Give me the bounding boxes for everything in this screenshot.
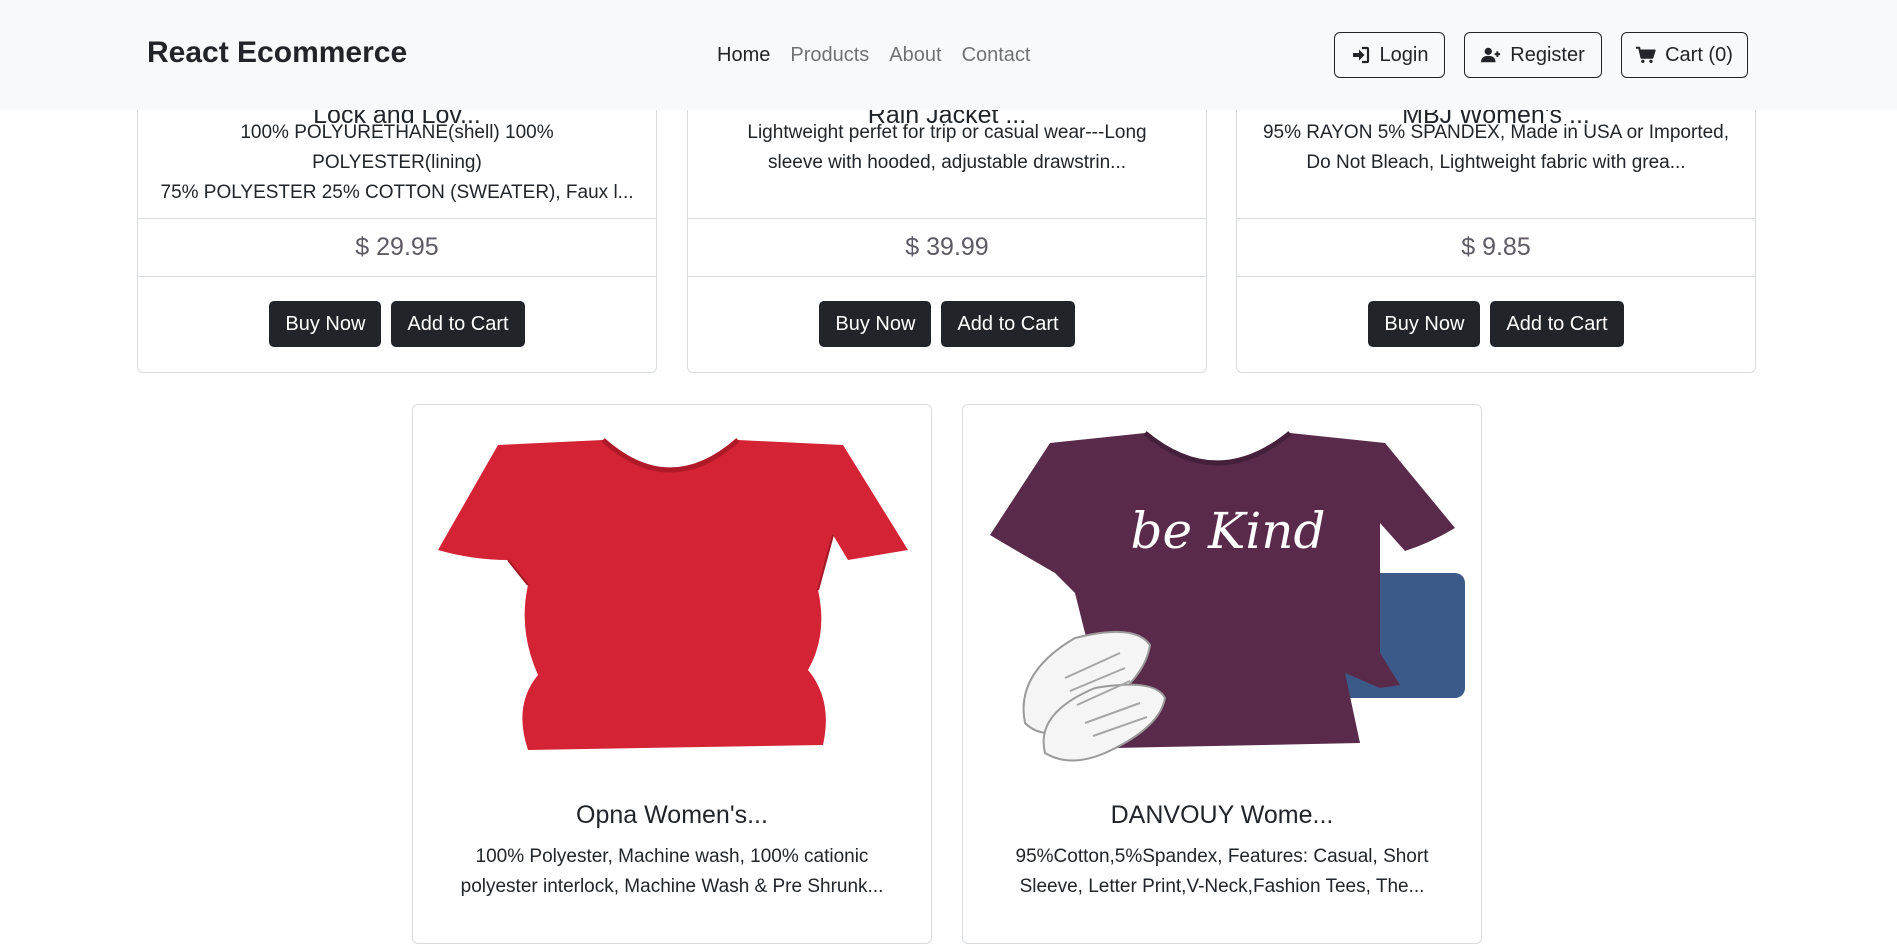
product-actions: Buy Now Add to Cart — [688, 301, 1206, 347]
product-title: DANVOUY Wome... — [1110, 801, 1334, 829]
product-description: 95% RAYON 5% SPANDEX, Made in USA or Imp… — [1257, 118, 1735, 178]
add-to-cart-button[interactable]: Add to Cart — [1490, 301, 1624, 347]
product-price: $ 9.85 — [1461, 233, 1531, 261]
nav-links: Home Products About Contact — [717, 44, 1031, 67]
product-description: Lightweight perfet for trip or casual we… — [708, 118, 1186, 178]
cart-label: Cart (0) — [1665, 43, 1733, 66]
divider — [138, 218, 656, 219]
product-price: $ 39.99 — [905, 233, 989, 261]
divider — [1237, 218, 1755, 219]
product-actions: Buy Now Add to Cart — [138, 301, 656, 347]
user-plus-icon — [1481, 47, 1501, 63]
buy-now-button[interactable]: Buy Now — [269, 301, 382, 347]
shopping-cart-icon — [1636, 46, 1656, 63]
navbar: React Ecommerce Home Products About Cont… — [0, 0, 1897, 110]
nav-link-products[interactable]: Products — [790, 44, 869, 67]
product-card: be Kind DANVOUY Wome... 95%Cotton,5%Span… — [962, 404, 1482, 944]
login-button[interactable]: Login — [1334, 32, 1445, 78]
add-to-cart-button[interactable]: Add to Cart — [941, 301, 1075, 347]
product-grid: Lock and Lov... 100% POLYURETHANE(shell)… — [0, 0, 1897, 944]
product-title: Opna Women's... — [576, 801, 768, 829]
buy-now-button[interactable]: Buy Now — [819, 301, 932, 347]
product-price: $ 29.95 — [355, 233, 439, 261]
product-description-line: 100% Polyester, Machine wash, 100% catio… — [475, 846, 869, 867]
nav-link-home[interactable]: Home — [717, 44, 770, 67]
product-description: 95%Cotton,5%Spandex, Features: Casual, S… — [983, 842, 1461, 902]
product-description-line: 75% POLYESTER 25% COTTON (SWEATER), Faux… — [160, 182, 634, 203]
product-description-line: 95%Cotton,5%Spandex, Features: Casual, S… — [1015, 846, 1429, 867]
brand-logo[interactable]: React Ecommerce — [147, 36, 407, 70]
product-description-line: 100% POLYURETHANE(shell) 100% POLYESTER(… — [240, 122, 554, 173]
product-image-print: be Kind — [1130, 502, 1325, 560]
product-description: 100% Polyester, Machine wash, 100% catio… — [433, 842, 911, 902]
nav-link-contact[interactable]: Contact — [962, 44, 1031, 67]
sign-in-icon — [1352, 46, 1369, 64]
product-image — [438, 438, 908, 750]
product-description-line: 95% RAYON 5% SPANDEX, Made in USA or Imp… — [1262, 122, 1730, 143]
nav-link-about[interactable]: About — [889, 44, 941, 67]
register-button[interactable]: Register — [1464, 32, 1602, 78]
divider — [688, 276, 1206, 277]
product-card: Opna Women's... 100% Polyester, Machine … — [412, 404, 932, 944]
product-image: be Kind — [990, 431, 1465, 762]
login-label: Login — [1379, 43, 1429, 66]
buy-now-button[interactable]: Buy Now — [1368, 301, 1481, 347]
product-description-line: Sleeve, Letter Print,V-Neck,Fashion Tees… — [1019, 876, 1425, 897]
product-description-line: Do Not Bleach, Lightweight fabric with g… — [1306, 152, 1686, 173]
product-actions: Buy Now Add to Cart — [1237, 301, 1755, 347]
product-description-line: Lightweight perfet for trip or casual we… — [747, 122, 1147, 143]
add-to-cart-button[interactable]: Add to Cart — [391, 301, 525, 347]
product-description-line: sleeve with hooded, adjustable drawstrin… — [767, 152, 1127, 173]
cart-button[interactable]: Cart (0) — [1621, 32, 1748, 78]
divider — [138, 276, 656, 277]
register-label: Register — [1510, 43, 1585, 66]
divider — [1237, 276, 1755, 277]
divider — [688, 218, 1206, 219]
product-description-line: polyester interlock, Machine Wash & Pre … — [460, 876, 884, 897]
product-description: 100% POLYURETHANE(shell) 100% POLYESTER(… — [158, 118, 636, 208]
